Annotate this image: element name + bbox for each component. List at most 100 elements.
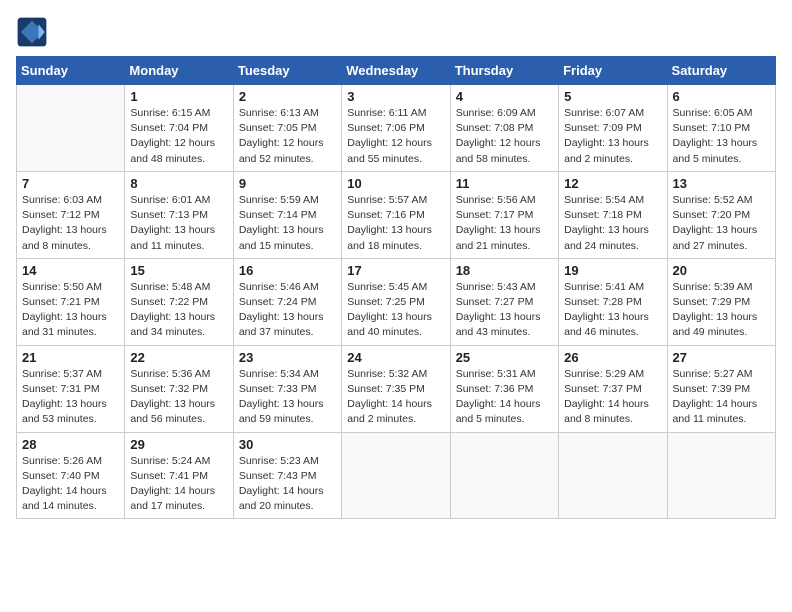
logo-icon	[16, 16, 48, 48]
calendar-cell: 29 Sunrise: 5:24 AMSunset: 7:41 PMDayligh…	[125, 432, 233, 519]
page-header	[16, 16, 776, 48]
day-header-wednesday: Wednesday	[342, 57, 450, 85]
day-number: 13	[673, 176, 770, 191]
day-info: Sunrise: 5:23 AMSunset: 7:43 PMDaylight:…	[239, 454, 336, 515]
calendar-cell: 15 Sunrise: 5:48 AMSunset: 7:22 PMDayligh…	[125, 258, 233, 345]
day-info: Sunrise: 5:37 AMSunset: 7:31 PMDaylight:…	[22, 367, 119, 428]
day-info: Sunrise: 6:09 AMSunset: 7:08 PMDaylight:…	[456, 106, 553, 167]
day-number: 15	[130, 263, 227, 278]
calendar-week-3: 14 Sunrise: 5:50 AMSunset: 7:21 PMDayligh…	[17, 258, 776, 345]
calendar-cell: 25 Sunrise: 5:31 AMSunset: 7:36 PMDayligh…	[450, 345, 558, 432]
day-info: Sunrise: 5:52 AMSunset: 7:20 PMDaylight:…	[673, 193, 770, 254]
day-info: Sunrise: 5:26 AMSunset: 7:40 PMDaylight:…	[22, 454, 119, 515]
calendar-cell: 5 Sunrise: 6:07 AMSunset: 7:09 PMDaylight…	[559, 85, 667, 172]
calendar-cell: 20Sunrise: 5:39 AMSunset: 7:29 PMDayligh…	[667, 258, 775, 345]
day-info: Sunrise: 6:01 AMSunset: 7:13 PMDaylight:…	[130, 193, 227, 254]
day-info: Sunrise: 5:48 AMSunset: 7:22 PMDaylight:…	[130, 280, 227, 341]
calendar-cell	[667, 432, 775, 519]
day-header-tuesday: Tuesday	[233, 57, 341, 85]
day-info: Sunrise: 5:34 AMSunset: 7:33 PMDaylight:…	[239, 367, 336, 428]
calendar-cell: 13 Sunrise: 5:52 AMSunset: 7:20 PMDayligh…	[667, 171, 775, 258]
day-info: Sunrise: 5:43 AMSunset: 7:27 PMDaylight:…	[456, 280, 553, 341]
calendar-cell: 27 Sunrise: 5:27 AMSunset: 7:39 PMDayligh…	[667, 345, 775, 432]
calendar-cell: 30Sunrise: 5:23 AMSunset: 7:43 PMDayligh…	[233, 432, 341, 519]
day-info: Sunrise: 5:24 AMSunset: 7:41 PMDaylight:…	[130, 454, 227, 515]
day-number: 12	[564, 176, 661, 191]
day-info: Sunrise: 5:46 AMSunset: 7:24 PMDaylight:…	[239, 280, 336, 341]
day-number: 29	[130, 437, 227, 452]
day-header-sunday: Sunday	[17, 57, 125, 85]
calendar-cell: 7 Sunrise: 6:03 AMSunset: 7:12 PMDaylight…	[17, 171, 125, 258]
day-info: Sunrise: 5:45 AMSunset: 7:25 PMDaylight:…	[347, 280, 444, 341]
day-info: Sunrise: 5:29 AMSunset: 7:37 PMDaylight:…	[564, 367, 661, 428]
day-number: 20	[673, 263, 770, 278]
calendar-cell: 11 Sunrise: 5:56 AMSunset: 7:17 PMDayligh…	[450, 171, 558, 258]
calendar-cell: 23 Sunrise: 5:34 AMSunset: 7:33 PMDayligh…	[233, 345, 341, 432]
calendar-cell: 17 Sunrise: 5:45 AMSunset: 7:25 PMDayligh…	[342, 258, 450, 345]
day-info: Sunrise: 5:32 AMSunset: 7:35 PMDaylight:…	[347, 367, 444, 428]
calendar-cell: 16Sunrise: 5:46 AMSunset: 7:24 PMDayligh…	[233, 258, 341, 345]
calendar-cell: 14 Sunrise: 5:50 AMSunset: 7:21 PMDayligh…	[17, 258, 125, 345]
day-number: 7	[22, 176, 119, 191]
day-info: Sunrise: 6:15 AMSunset: 7:04 PMDaylight:…	[130, 106, 227, 167]
calendar-cell	[17, 85, 125, 172]
calendar-header-row: SundayMondayTuesdayWednesdayThursdayFrid…	[17, 57, 776, 85]
day-info: Sunrise: 6:13 AMSunset: 7:05 PMDaylight:…	[239, 106, 336, 167]
calendar-week-2: 7 Sunrise: 6:03 AMSunset: 7:12 PMDaylight…	[17, 171, 776, 258]
day-info: Sunrise: 5:50 AMSunset: 7:21 PMDaylight:…	[22, 280, 119, 341]
calendar-cell: 6 Sunrise: 6:05 AMSunset: 7:10 PMDaylight…	[667, 85, 775, 172]
day-number: 27	[673, 350, 770, 365]
calendar-cell: 12 Sunrise: 5:54 AMSunset: 7:18 PMDayligh…	[559, 171, 667, 258]
day-info: Sunrise: 5:57 AMSunset: 7:16 PMDaylight:…	[347, 193, 444, 254]
day-number: 8	[130, 176, 227, 191]
calendar-table: SundayMondayTuesdayWednesdayThursdayFrid…	[16, 56, 776, 519]
calendar-cell	[559, 432, 667, 519]
day-number: 28	[22, 437, 119, 452]
calendar-cell: 21 Sunrise: 5:37 AMSunset: 7:31 PMDayligh…	[17, 345, 125, 432]
calendar-cell: 1 Sunrise: 6:15 AMSunset: 7:04 PMDaylight…	[125, 85, 233, 172]
calendar-cell: 8 Sunrise: 6:01 AMSunset: 7:13 PMDaylight…	[125, 171, 233, 258]
day-number: 21	[22, 350, 119, 365]
day-info: Sunrise: 5:36 AMSunset: 7:32 PMDaylight:…	[130, 367, 227, 428]
day-number: 10	[347, 176, 444, 191]
calendar-cell: 28 Sunrise: 5:26 AMSunset: 7:40 PMDayligh…	[17, 432, 125, 519]
day-number: 6	[673, 89, 770, 104]
logo	[16, 16, 52, 48]
calendar-week-1: 1 Sunrise: 6:15 AMSunset: 7:04 PMDaylight…	[17, 85, 776, 172]
calendar-cell: 2Sunrise: 6:13 AMSunset: 7:05 PMDaylight…	[233, 85, 341, 172]
day-number: 11	[456, 176, 553, 191]
day-header-monday: Monday	[125, 57, 233, 85]
day-number: 26	[564, 350, 661, 365]
day-number: 9	[239, 176, 336, 191]
day-info: Sunrise: 6:03 AMSunset: 7:12 PMDaylight:…	[22, 193, 119, 254]
day-number: 24	[347, 350, 444, 365]
day-number: 17	[347, 263, 444, 278]
day-info: Sunrise: 6:11 AMSunset: 7:06 PMDaylight:…	[347, 106, 444, 167]
day-number: 25	[456, 350, 553, 365]
day-info: Sunrise: 5:54 AMSunset: 7:18 PMDaylight:…	[564, 193, 661, 254]
calendar-cell: 3 Sunrise: 6:11 AMSunset: 7:06 PMDaylight…	[342, 85, 450, 172]
day-info: Sunrise: 5:27 AMSunset: 7:39 PMDaylight:…	[673, 367, 770, 428]
day-info: Sunrise: 6:07 AMSunset: 7:09 PMDaylight:…	[564, 106, 661, 167]
day-number: 22	[130, 350, 227, 365]
calendar-cell: 24 Sunrise: 5:32 AMSunset: 7:35 PMDayligh…	[342, 345, 450, 432]
day-info: Sunrise: 5:31 AMSunset: 7:36 PMDaylight:…	[456, 367, 553, 428]
calendar-cell: 19 Sunrise: 5:41 AMSunset: 7:28 PMDayligh…	[559, 258, 667, 345]
day-number: 19	[564, 263, 661, 278]
calendar-cell: 26 Sunrise: 5:29 AMSunset: 7:37 PMDayligh…	[559, 345, 667, 432]
calendar-cell: 22 Sunrise: 5:36 AMSunset: 7:32 PMDayligh…	[125, 345, 233, 432]
day-number: 23	[239, 350, 336, 365]
day-number: 18	[456, 263, 553, 278]
day-number: 3	[347, 89, 444, 104]
day-header-saturday: Saturday	[667, 57, 775, 85]
day-info: Sunrise: 5:59 AMSunset: 7:14 PMDaylight:…	[239, 193, 336, 254]
day-number: 5	[564, 89, 661, 104]
day-info: Sunrise: 5:41 AMSunset: 7:28 PMDaylight:…	[564, 280, 661, 341]
day-info: Sunrise: 5:56 AMSunset: 7:17 PMDaylight:…	[456, 193, 553, 254]
day-number: 14	[22, 263, 119, 278]
calendar-cell: 18 Sunrise: 5:43 AMSunset: 7:27 PMDayligh…	[450, 258, 558, 345]
day-number: 1	[130, 89, 227, 104]
calendar-cell	[342, 432, 450, 519]
calendar-week-4: 21 Sunrise: 5:37 AMSunset: 7:31 PMDayligh…	[17, 345, 776, 432]
day-info: Sunrise: 6:05 AMSunset: 7:10 PMDaylight:…	[673, 106, 770, 167]
